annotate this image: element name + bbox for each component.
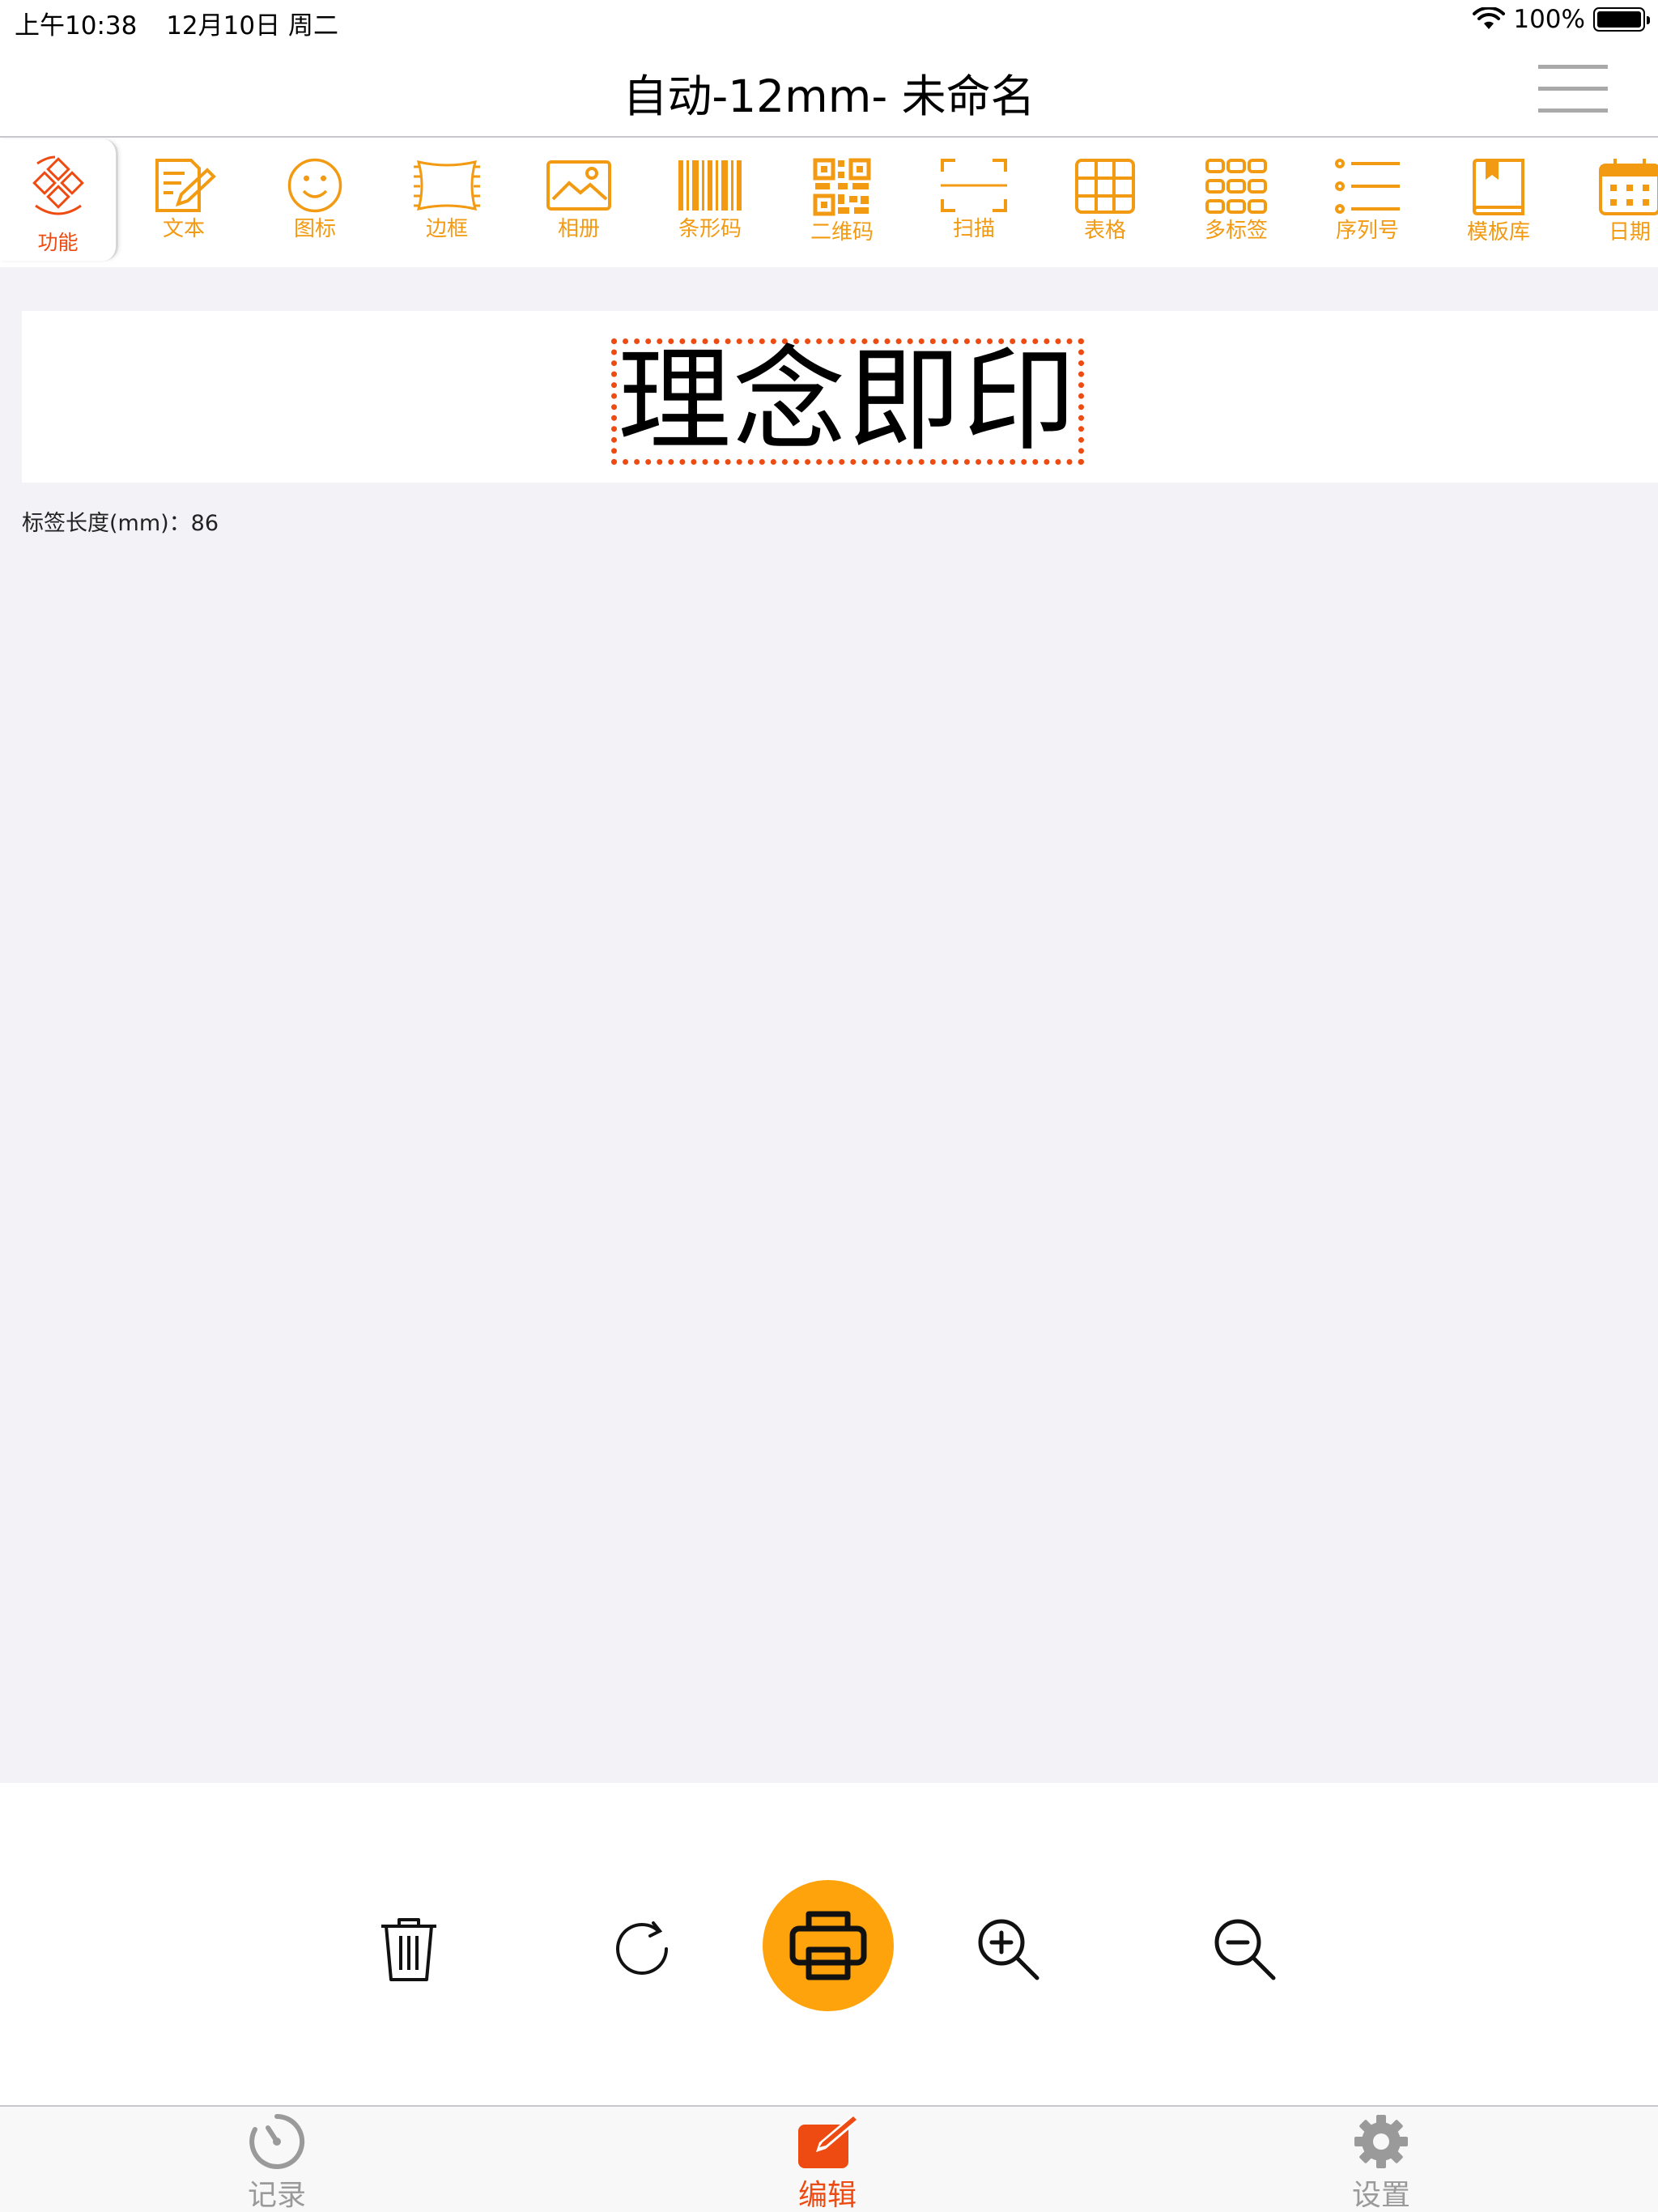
tool-template[interactable]: 模板库 — [1438, 138, 1559, 267]
zoom-in-icon — [978, 1919, 1039, 1980]
multi-label-icon — [1205, 159, 1267, 214]
printer-icon — [789, 1911, 867, 1980]
rotate-icon — [616, 1921, 668, 1975]
tool-album-label: 相册 — [557, 217, 600, 241]
tool-icon-label: 图标 — [293, 217, 336, 241]
battery-icon — [1593, 7, 1650, 32]
table-icon — [1075, 159, 1135, 214]
status-bar: 上午10:38 12月10日 周二 100% — [0, 0, 1658, 42]
tool-album[interactable]: 相册 — [518, 138, 640, 267]
nav-bar: 自动-12mm- 未命名 — [0, 42, 1658, 138]
border-icon — [414, 160, 480, 211]
wifi-icon — [1473, 7, 1506, 29]
status-date: 12月10日 周二 — [166, 11, 338, 40]
tab-bar: 记录 编辑 设置 — [0, 2105, 1658, 2212]
tool-table-label: 表格 — [1083, 219, 1126, 243]
tool-qrcode[interactable]: 二维码 — [781, 138, 903, 267]
label-text: 理念即印 — [617, 335, 1078, 467]
toolbar: 功能 文本 图标 边框 相册 条形码 二维码 扫描 表格 多标签 序列号 模板库… — [0, 138, 1658, 267]
tool-qrcode-label: 二维码 — [810, 220, 874, 245]
battery-percent: 100% — [1513, 5, 1585, 34]
tool-date-label: 日期 — [1608, 220, 1651, 245]
tab-records[interactable]: 记录 — [212, 2113, 342, 2212]
tab-settings[interactable]: 设置 — [1316, 2113, 1446, 2212]
tool-serial-label: 序列号 — [1335, 219, 1399, 243]
tool-date[interactable]: 日期 — [1569, 138, 1658, 267]
tool-border[interactable]: 边框 — [386, 138, 508, 267]
tool-multi-label-label: 多标签 — [1204, 219, 1268, 243]
serial-number-icon — [1335, 159, 1400, 214]
label-length-caption: 标签长度(mm)： — [22, 511, 191, 536]
tool-text-label: 文本 — [162, 217, 205, 241]
calendar-icon — [1599, 159, 1658, 215]
barcode-icon — [678, 160, 742, 211]
rotate-button[interactable] — [606, 1911, 682, 1987]
tool-scan-label: 扫描 — [952, 217, 995, 241]
edit-icon — [798, 2115, 858, 2168]
scan-icon — [941, 159, 1007, 212]
menu-button[interactable] — [1538, 65, 1608, 113]
tool-table[interactable]: 表格 — [1044, 138, 1166, 267]
tab-edit-label: 编辑 — [797, 2179, 857, 2212]
function-grid-icon — [32, 155, 84, 215]
clock-icon — [249, 2113, 305, 2169]
action-bar — [0, 1783, 1658, 2105]
qrcode-icon — [813, 158, 871, 216]
label-length-info: 标签长度(mm)：86 — [22, 505, 219, 537]
photo-icon — [546, 160, 611, 211]
tool-text[interactable]: 文本 — [123, 138, 244, 267]
zoom-out-button[interactable] — [1206, 1911, 1282, 1987]
print-button[interactable] — [763, 1880, 894, 2011]
status-time: 上午10:38 — [15, 11, 138, 40]
zoom-out-icon — [1214, 1919, 1276, 1980]
page-title: 自动-12mm- 未命名 — [623, 70, 1035, 122]
trash-icon — [381, 1918, 436, 1981]
text-edit-icon — [155, 159, 216, 212]
function-label: 功能 — [37, 231, 79, 254]
tool-serial[interactable]: 序列号 — [1307, 138, 1428, 267]
delete-button[interactable] — [371, 1911, 447, 1987]
tool-barcode[interactable]: 条形码 — [649, 138, 771, 267]
tab-settings-label: 设置 — [1351, 2179, 1410, 2212]
tab-records-label: 记录 — [247, 2179, 306, 2212]
label-length-value: 86 — [190, 511, 219, 536]
tool-scan[interactable]: 扫描 — [913, 138, 1035, 267]
template-icon — [1473, 159, 1524, 215]
smiley-icon — [287, 158, 342, 213]
tool-icon[interactable]: 图标 — [254, 138, 376, 267]
function-button[interactable]: 功能 — [0, 139, 118, 261]
label-canvas[interactable]: 理念即印 — [22, 311, 1658, 483]
status-time-date: 上午10:38 12月10日 周二 — [15, 5, 359, 41]
tool-barcode-label: 条形码 — [678, 217, 742, 241]
tab-edit[interactable]: 编辑 — [763, 2113, 892, 2212]
selected-text-element[interactable]: 理念即印 — [611, 338, 1084, 465]
zoom-in-button[interactable] — [970, 1911, 1046, 1987]
hamburger-icon — [1538, 65, 1608, 113]
tool-template-label: 模板库 — [1466, 220, 1530, 245]
tool-border-label: 边框 — [425, 217, 468, 241]
gear-icon — [1354, 2115, 1408, 2168]
status-indicators: 100% — [1473, 5, 1650, 34]
tool-multi-label[interactable]: 多标签 — [1175, 138, 1297, 267]
